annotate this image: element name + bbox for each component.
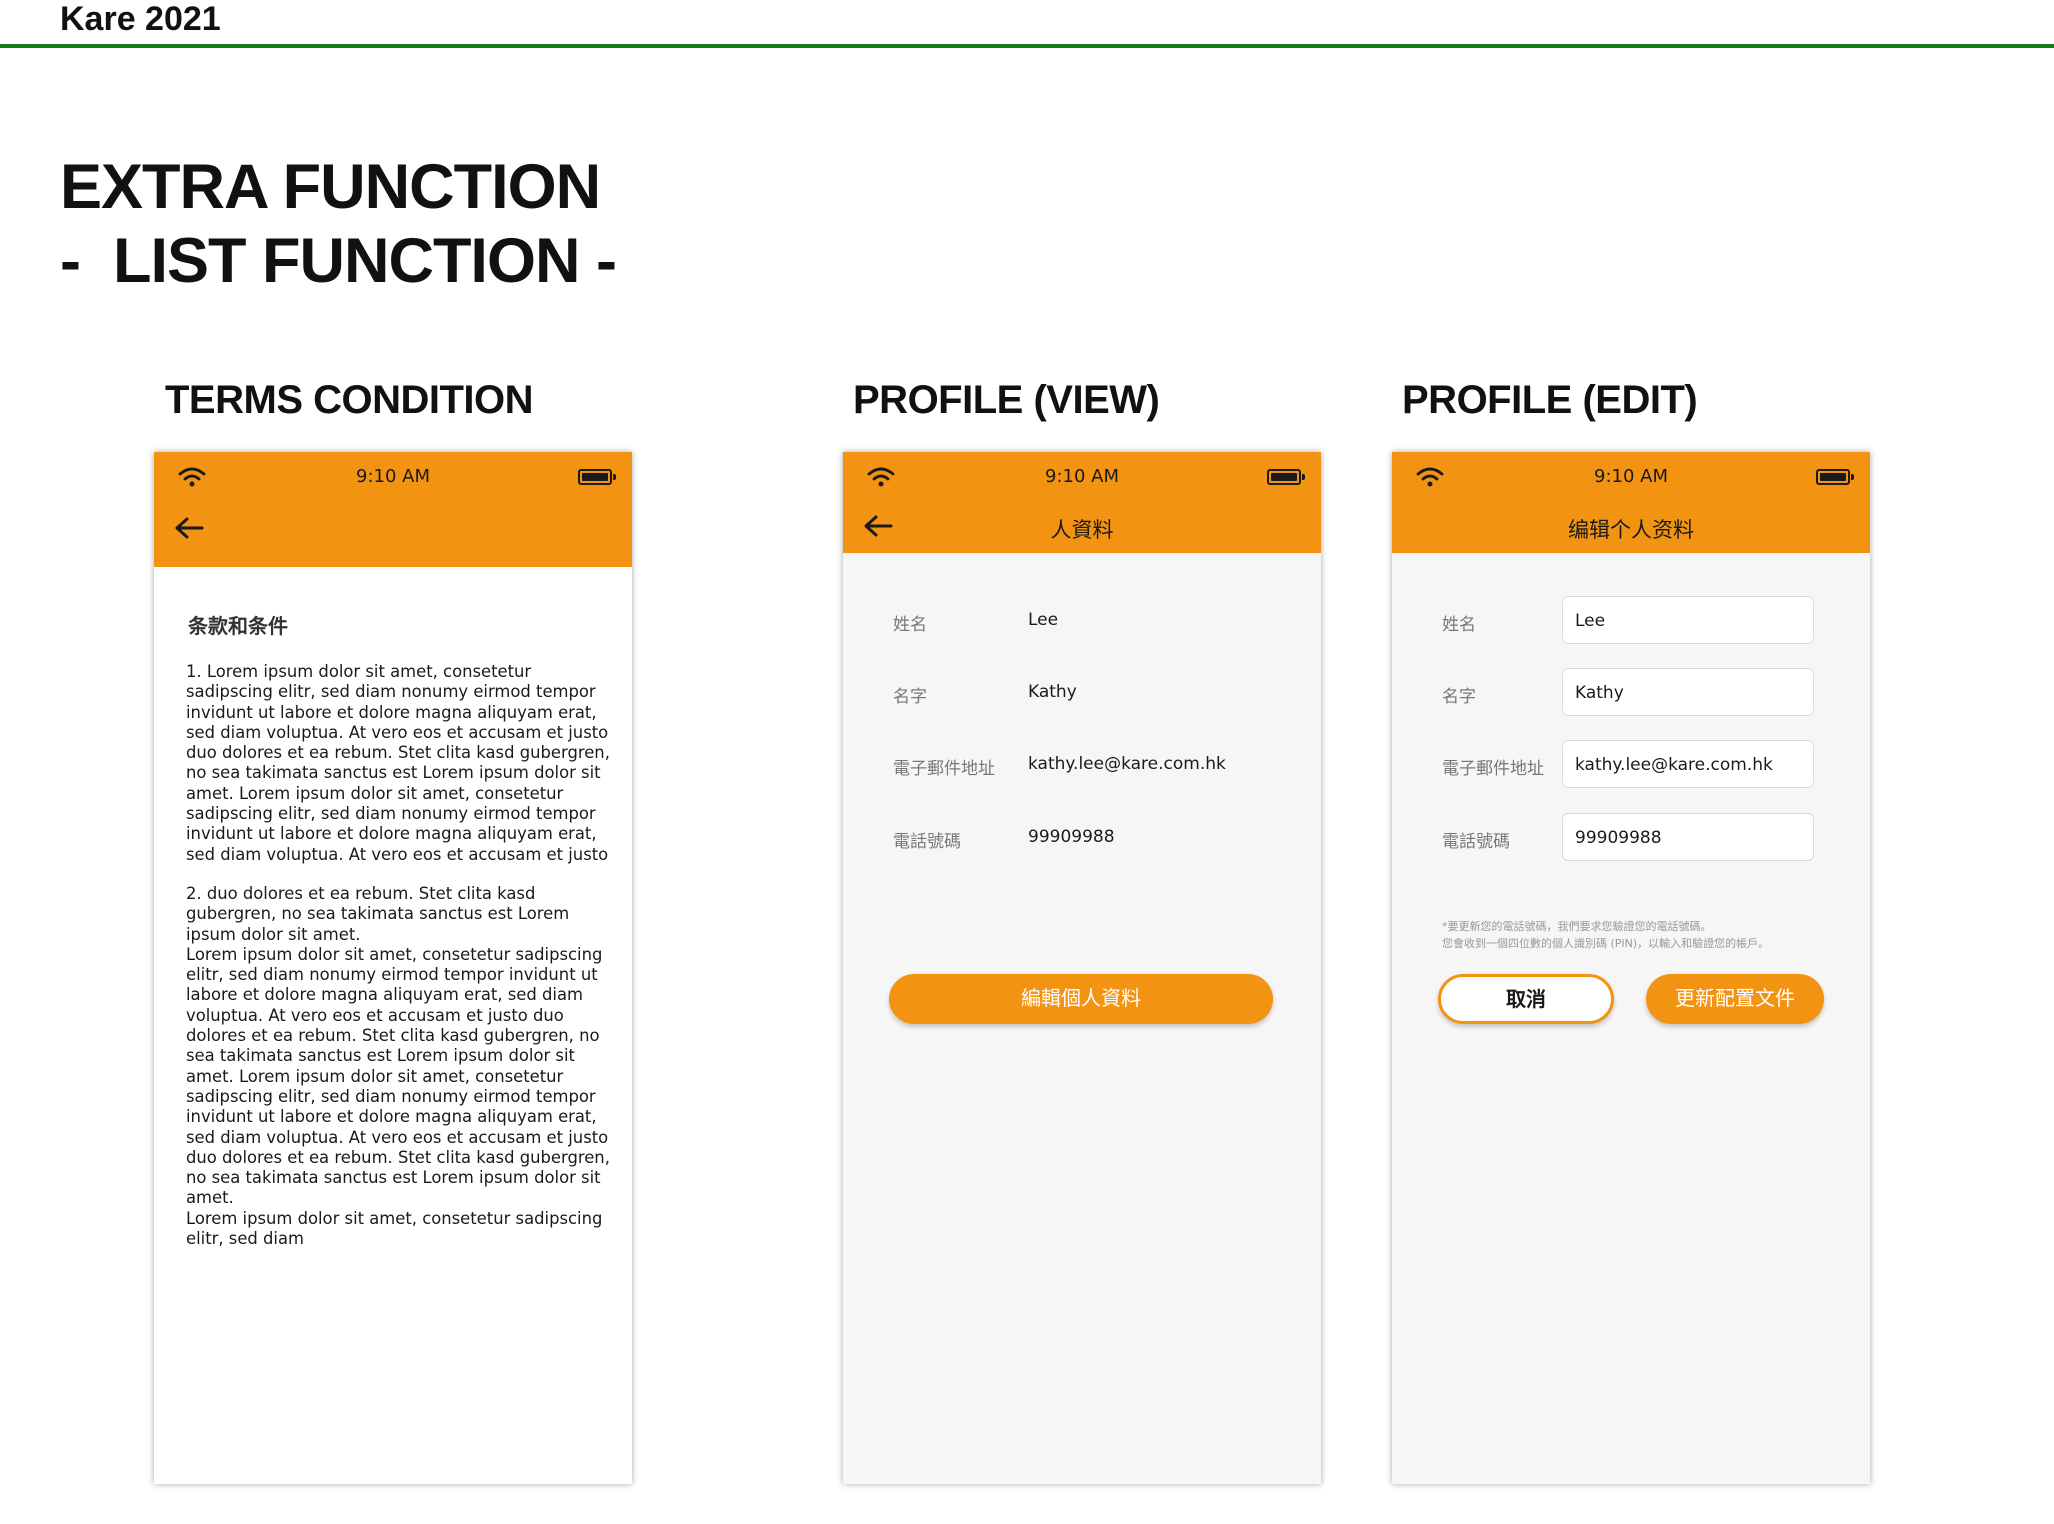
terms-heading: 条款和条件 xyxy=(188,614,288,638)
profile-view-screen: 9:10 AM 人資料 姓名 Lee 名字 Kathy 電子郵件地址 kathy… xyxy=(843,452,1321,1484)
terms-paragraph-2: 2. duo dolores et ea rebum. Stet clita k… xyxy=(186,884,610,1249)
field-value-given-name: Kathy xyxy=(1028,682,1077,702)
field-label-email: 電子郵件地址 xyxy=(893,759,995,779)
section-label-terms: TERMS CONDITION xyxy=(165,378,534,422)
phone-input-value: 99909988 xyxy=(1575,828,1662,848)
field-value-email: kathy.lee@kare.com.hk xyxy=(1028,754,1226,774)
terms-screen: 9:10 AM 条款和条件 1. Lorem ipsum dolor sit a… xyxy=(154,452,632,1484)
battery-icon xyxy=(1267,469,1305,485)
email-input[interactable]: kathy.lee@kare.com.hk xyxy=(1562,740,1814,788)
back-arrow-icon[interactable] xyxy=(174,516,204,540)
field-label-phone: 電話號碼 xyxy=(1442,832,1510,852)
field-value-surname: Lee xyxy=(1028,610,1059,630)
phone-verification-note-line1: *要更新您的電話號碼，我們要求您驗證您的電話號碼。 xyxy=(1442,920,1712,933)
battery-icon xyxy=(1816,469,1854,485)
given-name-input-value: Kathy xyxy=(1575,683,1624,703)
surname-input-value: Lee xyxy=(1575,611,1606,631)
field-label-surname: 姓名 xyxy=(1442,615,1476,635)
field-label-email: 電子郵件地址 xyxy=(1442,759,1544,779)
section-label-profile-view: PROFILE (VIEW) xyxy=(853,378,1160,422)
app-bar: 9:10 AM xyxy=(154,452,632,567)
status-bar: 9:10 AM xyxy=(843,452,1321,502)
page-title: EXTRA FUNCTION - LIST FUNCTION - xyxy=(60,150,617,298)
phone-verification-note-line2: 您會收到一個四位數的個人識別碼 (PIN)，以輸入和驗證您的帳戶。 xyxy=(1442,937,1770,950)
edit-profile-button[interactable]: 編輯個人資料 xyxy=(889,974,1273,1024)
status-bar: 9:10 AM xyxy=(1392,452,1870,502)
status-time: 9:10 AM xyxy=(1045,466,1119,487)
field-label-surname: 姓名 xyxy=(893,615,927,635)
section-label-profile-edit: PROFILE (EDIT) xyxy=(1402,378,1698,422)
screen-title: 人資料 xyxy=(1050,518,1114,542)
cancel-button[interactable]: 取消 xyxy=(1438,974,1614,1024)
app-bar: 9:10 AM 编辑个人资料 xyxy=(1392,452,1870,553)
field-value-phone: 99909988 xyxy=(1028,827,1115,847)
surname-input[interactable]: Lee xyxy=(1562,596,1814,644)
profile-edit-screen: 9:10 AM 编辑个人资料 姓名 Lee 名字 Kathy 電子郵件地址 ka… xyxy=(1392,452,1870,1484)
given-name-input[interactable]: Kathy xyxy=(1562,668,1814,716)
status-bar: 9:10 AM xyxy=(154,452,632,502)
email-input-value: kathy.lee@kare.com.hk xyxy=(1575,755,1773,775)
field-label-given-name: 名字 xyxy=(1442,687,1476,707)
phone-input[interactable]: 99909988 xyxy=(1562,813,1814,861)
brand-title: Kare 2021 xyxy=(60,0,221,38)
update-profile-button[interactable]: 更新配置文件 xyxy=(1646,974,1824,1024)
field-label-given-name: 名字 xyxy=(893,687,927,707)
page-title-line2: - LIST FUNCTION - xyxy=(60,226,617,296)
status-time: 9:10 AM xyxy=(1594,466,1668,487)
screen-title: 编辑个人资料 xyxy=(1568,518,1694,542)
status-time: 9:10 AM xyxy=(356,466,430,487)
field-label-phone: 電話號碼 xyxy=(893,832,961,852)
app-bar: 9:10 AM 人資料 xyxy=(843,452,1321,553)
battery-icon xyxy=(578,469,616,485)
brand-header: Kare 2021 xyxy=(0,0,2054,48)
page-title-line1: EXTRA FUNCTION xyxy=(60,152,601,222)
terms-paragraph-1: 1. Lorem ipsum dolor sit amet, consetetu… xyxy=(186,662,610,864)
